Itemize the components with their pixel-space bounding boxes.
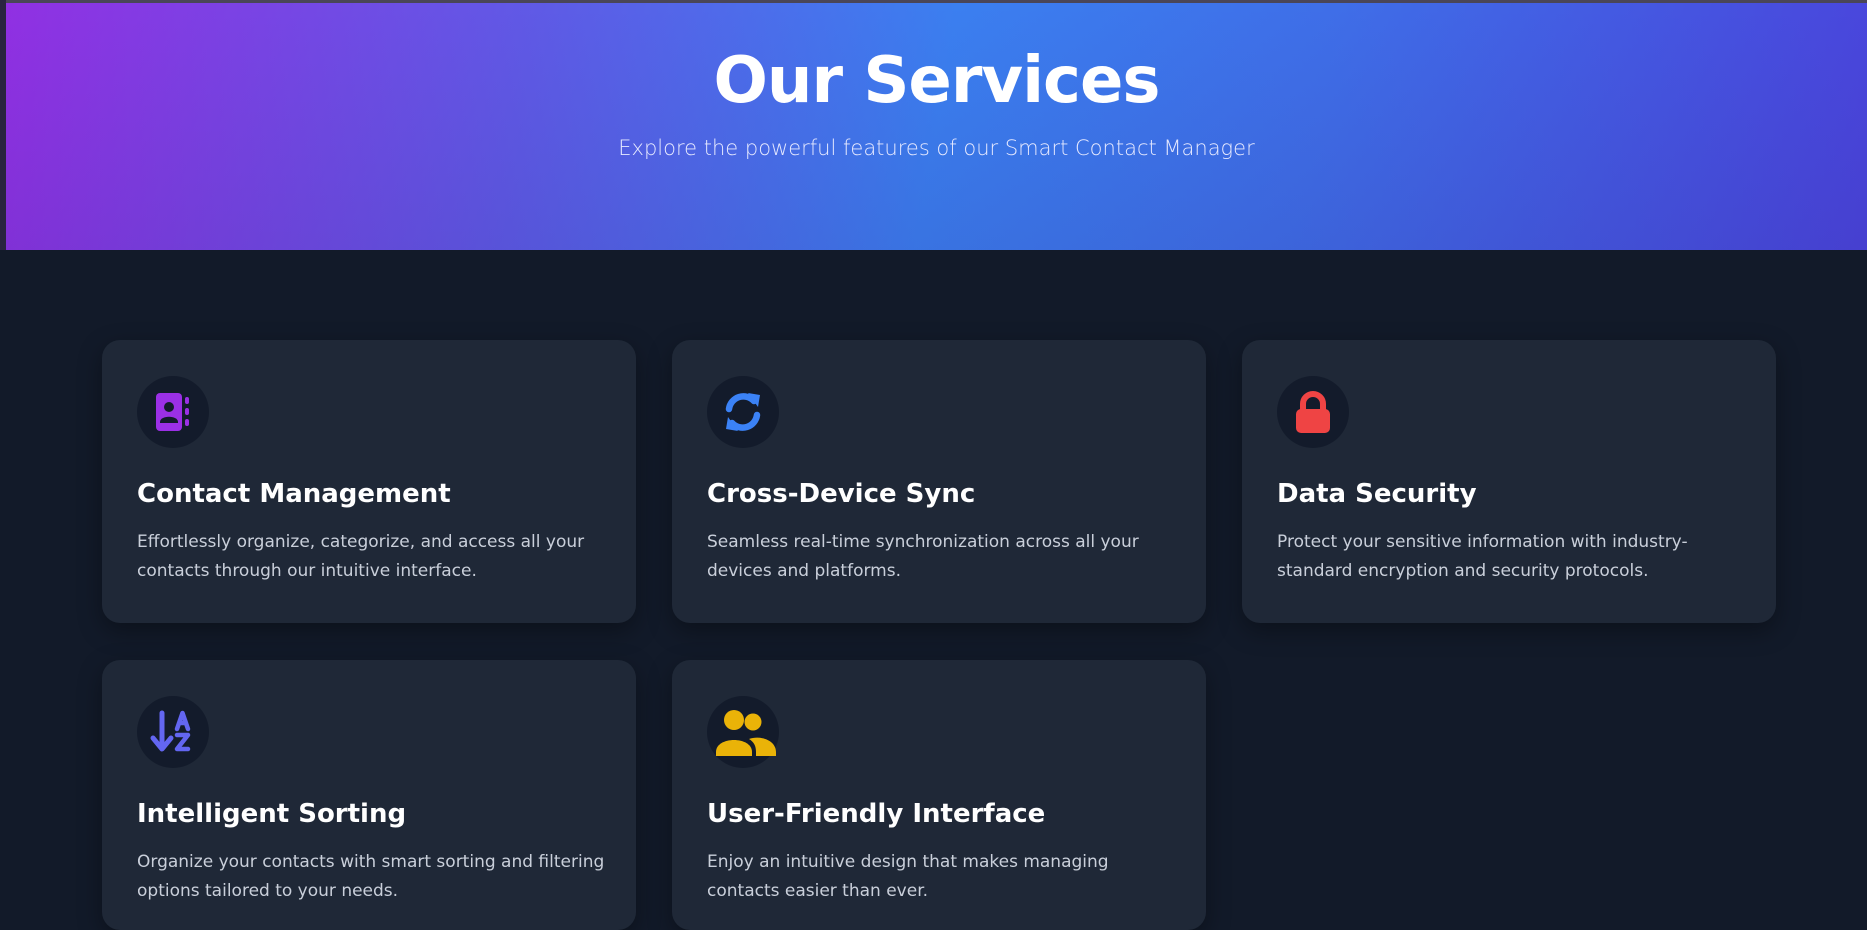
sort-alpha-icon xyxy=(137,696,209,768)
service-title: Cross-Device Sync xyxy=(707,479,976,509)
page-subtitle: Explore the powerful features of our Sma… xyxy=(618,136,1255,160)
service-description: Protect your sensitive information with … xyxy=(1277,532,1688,581)
service-card-intelligent-sorting: Intelligent Sorting Organize your contac… xyxy=(102,660,636,930)
service-card-data-security: Data Security Protect your sensitive inf… xyxy=(1242,340,1776,623)
sync-icon xyxy=(707,376,779,448)
service-card-contact-management: Contact Management Effortlessly organize… xyxy=(102,340,636,623)
users-icon xyxy=(707,696,779,768)
address-book-icon xyxy=(137,376,209,448)
lock-icon xyxy=(1277,376,1349,448)
left-edge xyxy=(0,0,6,250)
hero-banner: Our Services Explore the powerful featur… xyxy=(6,3,1867,250)
service-title: User-Friendly Interface xyxy=(707,799,1046,829)
service-description: Seamless real-time synchronization acros… xyxy=(707,532,1139,581)
service-description: Organize your contacts with smart sortin… xyxy=(137,852,605,901)
service-card-user-friendly-interface: User-Friendly Interface Enjoy an intuiti… xyxy=(672,660,1206,930)
service-title: Data Security xyxy=(1277,479,1477,509)
service-title: Intelligent Sorting xyxy=(137,799,407,829)
page-title: Our Services xyxy=(713,44,1161,118)
service-card-cross-device-sync: Cross-Device Sync Seamless real-time syn… xyxy=(672,340,1206,623)
service-title: Contact Management xyxy=(137,479,451,509)
service-description: Effortlessly organize, categorize, and a… xyxy=(137,532,585,581)
service-description: Enjoy an intuitive design that makes man… xyxy=(707,852,1109,901)
